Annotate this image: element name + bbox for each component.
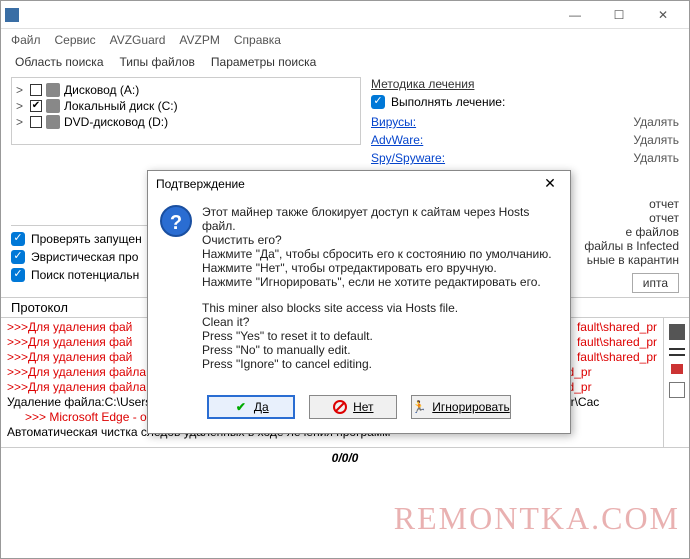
dialog-text: Этот майнер также блокирует доступ к сай… bbox=[202, 205, 558, 383]
dlg-line: Нажмите "Да", чтобы сбросить его к состо… bbox=[202, 247, 552, 261]
log-line-tail: fault\shared_pr bbox=[577, 350, 657, 365]
action-link-advware[interactable]: AdvWare: bbox=[371, 133, 423, 147]
save-log-icon[interactable] bbox=[669, 324, 685, 340]
menu-avzguard[interactable]: AVZGuard bbox=[110, 33, 166, 47]
check-icon: ✔ bbox=[234, 400, 248, 414]
checkbox-icon[interactable]: ✓ bbox=[11, 250, 25, 264]
tree-label: Локальный диск (C:) bbox=[64, 99, 178, 113]
ignore-button[interactable]: 🏃 Игнорировать bbox=[411, 395, 510, 419]
person-icon: 🏃 bbox=[412, 400, 426, 414]
clear-log-icon[interactable] bbox=[669, 382, 685, 398]
menu-avzpm[interactable]: AVZPM bbox=[179, 33, 219, 47]
execute-healing-row[interactable]: ✓ Выполнять лечение: bbox=[371, 95, 679, 109]
drive-icon bbox=[46, 83, 60, 97]
app-icon bbox=[5, 8, 19, 22]
tab-search-area[interactable]: Область поиска bbox=[11, 53, 108, 71]
action-link-viruses[interactable]: Вирусы: bbox=[371, 115, 416, 129]
tree-expand-icon[interactable]: > bbox=[16, 83, 26, 97]
tree-checkbox[interactable] bbox=[30, 116, 42, 128]
check-label: Проверять запущен bbox=[31, 232, 142, 246]
no-button[interactable]: Нет bbox=[309, 395, 397, 419]
dialog-close-button[interactable]: ✕ bbox=[538, 172, 562, 196]
dlg-line: Press "Yes" to reset it to default. bbox=[202, 329, 373, 343]
action-value[interactable]: Удалять bbox=[633, 151, 679, 165]
tree-expand-icon[interactable]: > bbox=[16, 99, 26, 113]
log-line: >>>Для удаления фай bbox=[7, 320, 132, 335]
tab-file-types[interactable]: Типы файлов bbox=[116, 53, 199, 71]
tab-search-params[interactable]: Параметры поиска bbox=[207, 53, 320, 71]
dialog-titlebar: Подтверждение ✕ bbox=[148, 171, 570, 197]
tree-checkbox[interactable]: ✔ bbox=[30, 100, 42, 112]
question-icon: ? bbox=[160, 205, 192, 237]
dialog-body: ? Этот майнер также блокирует доступ к с… bbox=[148, 197, 570, 387]
tree-row-a[interactable]: > Дисковод (A:) bbox=[14, 82, 358, 98]
check-label: Поиск потенциальн bbox=[31, 268, 139, 282]
check-label: Эвристическая про bbox=[31, 250, 138, 264]
script-button[interactable]: ипта bbox=[632, 273, 679, 293]
statusbar: 0/0/0 bbox=[1, 447, 689, 467]
checkbox-icon[interactable]: ✓ bbox=[371, 95, 385, 109]
action-value[interactable]: Удалять bbox=[633, 115, 679, 129]
yes-button[interactable]: ✔ Да bbox=[207, 395, 295, 419]
tree-label: DVD-дисковод (D:) bbox=[64, 115, 168, 129]
dlg-line: Press "Ignore" to cancel editing. bbox=[202, 357, 372, 371]
dlg-line: Нажмите "Нет", чтобы отредактировать его… bbox=[202, 261, 497, 275]
ignore-label: Игнорировать bbox=[432, 400, 509, 414]
healing-section-title: Методика лечения bbox=[371, 77, 679, 91]
log-line-tail: fault\shared_pr bbox=[577, 335, 657, 350]
tree-row-c[interactable]: > ✔ Локальный диск (C:) bbox=[14, 98, 358, 114]
menu-help[interactable]: Справка bbox=[234, 33, 281, 47]
menu-file[interactable]: Файл bbox=[11, 33, 41, 47]
dlg-line: Этот майнер также блокирует доступ к сай… bbox=[202, 205, 529, 233]
tree-expand-icon[interactable]: > bbox=[16, 115, 26, 129]
action-value[interactable]: Удалять bbox=[633, 133, 679, 147]
checkbox-icon[interactable]: ✓ bbox=[11, 232, 25, 246]
maximize-button[interactable]: ☐ bbox=[597, 1, 641, 29]
tree-label: Дисковод (A:) bbox=[64, 83, 139, 97]
glasses-icon[interactable] bbox=[669, 348, 685, 356]
no-icon bbox=[333, 400, 347, 414]
flag-icon[interactable] bbox=[671, 364, 683, 374]
drive-tree[interactable]: > Дисковод (A:) > ✔ Локальный диск (C:) … bbox=[11, 77, 361, 145]
confirmation-dialog: Подтверждение ✕ ? Этот майнер также блок… bbox=[147, 170, 571, 434]
action-row: Вирусы: Удалять bbox=[371, 113, 679, 131]
tree-row-d[interactable]: > DVD-дисковод (D:) bbox=[14, 114, 358, 130]
log-line: >>>Для удаления фай bbox=[7, 350, 132, 365]
dlg-line: This miner also blocks site access via H… bbox=[202, 301, 458, 315]
tabs-row: Область поиска Типы файлов Параметры пои… bbox=[1, 51, 689, 73]
log-line-tail: fault\shared_pr bbox=[577, 320, 657, 335]
no-label: Нет bbox=[353, 400, 373, 414]
action-link-spyware[interactable]: Spy/Spyware: bbox=[371, 151, 445, 165]
menubar: Файл Сервис AVZGuard AVZPM Справка bbox=[1, 29, 689, 51]
drive-icon bbox=[46, 115, 60, 129]
execute-healing-label: Выполнять лечение: bbox=[391, 95, 505, 109]
dlg-line: Press "No" to manually edit. bbox=[202, 343, 351, 357]
titlebar: — ☐ ✕ bbox=[1, 1, 689, 29]
dlg-line: Очистить его? bbox=[202, 233, 282, 247]
log-toolbar bbox=[663, 318, 689, 447]
drive-icon bbox=[46, 99, 60, 113]
action-row: Spy/Spyware: Удалять bbox=[371, 149, 679, 167]
status-counter: 0/0/0 bbox=[332, 451, 359, 465]
dlg-line: Нажмите "Игнорировать", если не хотите р… bbox=[202, 275, 541, 289]
minimize-button[interactable]: — bbox=[553, 1, 597, 29]
tree-checkbox[interactable] bbox=[30, 84, 42, 96]
dlg-line: Clean it? bbox=[202, 315, 249, 329]
log-line: >>>Для удаления фай bbox=[7, 335, 132, 350]
yes-label: Да bbox=[254, 400, 269, 414]
dialog-title: Подтверждение bbox=[156, 177, 538, 191]
dialog-buttons: ✔ Да Нет 🏃 Игнорировать bbox=[148, 387, 570, 433]
action-row: AdvWare: Удалять bbox=[371, 131, 679, 149]
menu-service[interactable]: Сервис bbox=[55, 33, 96, 47]
checkbox-icon[interactable]: ✓ bbox=[11, 268, 25, 282]
close-button[interactable]: ✕ bbox=[641, 1, 685, 29]
